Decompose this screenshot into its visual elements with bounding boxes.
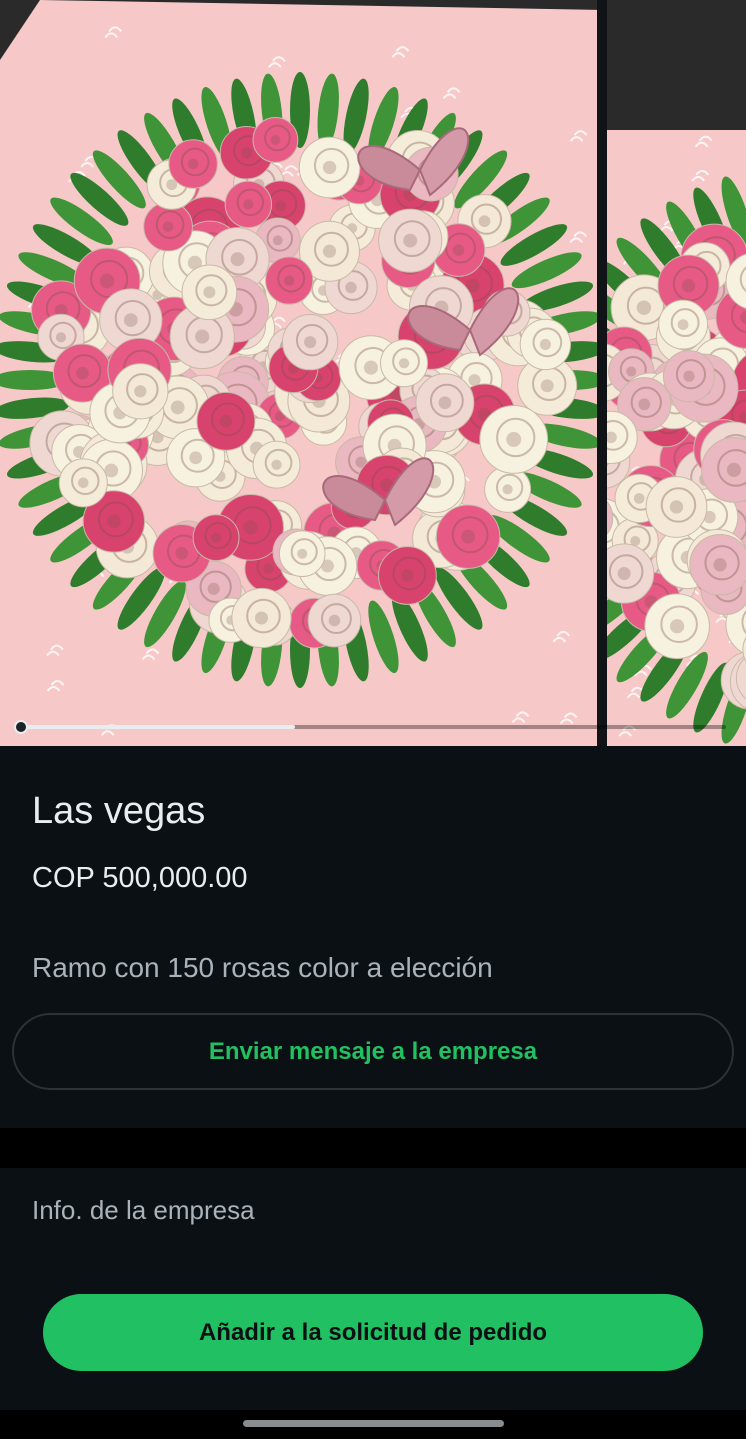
product-detail-screen: Las vegas COP 500,000.00 Ramo con 150 ro… <box>0 0 746 1439</box>
bouquet-photo-2 <box>607 0 746 746</box>
product-image-1[interactable] <box>0 0 597 746</box>
carousel-progress-fill <box>20 725 296 729</box>
bouquet-photo <box>0 0 597 746</box>
product-image-carousel[interactable] <box>0 0 746 746</box>
product-image-2[interactable] <box>607 0 746 746</box>
add-to-order-button[interactable]: Añadir a la solicitud de pedido <box>43 1294 703 1371</box>
business-info-link[interactable]: Info. de la empresa <box>32 1195 255 1226</box>
carousel-position-dot <box>14 720 28 734</box>
carousel-progress-track <box>20 725 726 729</box>
product-price: COP 500,000.00 <box>32 862 248 894</box>
message-business-button[interactable]: Enviar mensaje a la empresa <box>12 1013 734 1090</box>
product-title: Las vegas <box>32 790 206 832</box>
section-divider <box>0 1128 746 1168</box>
product-description: Ramo con 150 rosas color a elección <box>32 952 493 983</box>
home-indicator[interactable] <box>243 1420 504 1427</box>
